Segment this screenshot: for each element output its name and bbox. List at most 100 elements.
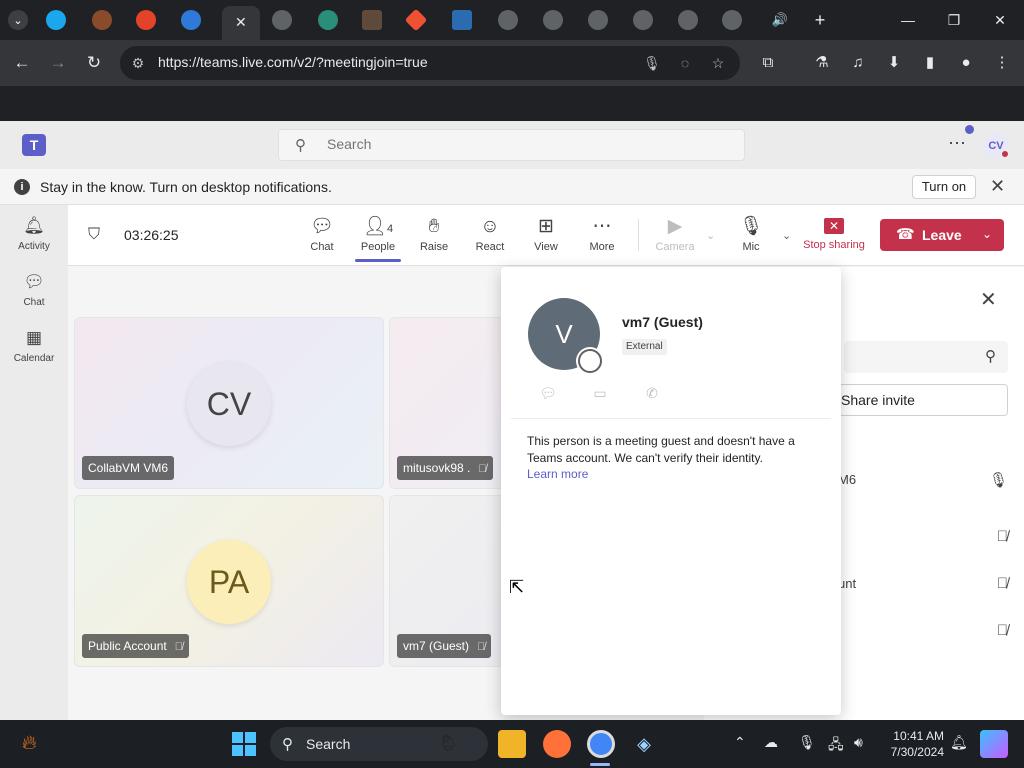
video-call-icon[interactable]: ▭: [590, 383, 610, 403]
participant-row[interactable]: M6 🎙︎: [834, 469, 1014, 493]
participant-tile[interactable]: mitusovk98 . 🎙̸: [389, 317, 509, 489]
notification-bell-icon[interactable]: 🔔︎: [950, 734, 968, 751]
new-tab-icon[interactable]: +: [800, 8, 840, 32]
rail-item-activity[interactable]: 🔔︎ Activity: [0, 215, 68, 265]
tab-git-icon[interactable]: [404, 8, 428, 32]
people-search-input[interactable]: ⚲: [844, 341, 1008, 373]
network-icon[interactable]: 🖧: [828, 734, 844, 758]
camera-button[interactable]: ▶︎ Camera: [647, 215, 703, 263]
box-app-icon[interactable]: ◈: [630, 730, 658, 758]
tab-profile-icon[interactable]: [92, 10, 112, 30]
windows-start-icon[interactable]: [232, 732, 256, 756]
participant-tile[interactable]: CV CollabVM VM6: [74, 317, 384, 489]
rail-label: Activity: [18, 241, 50, 252]
tab-audio-icon[interactable]: 🔊: [770, 10, 790, 30]
extensions-icon[interactable]: ⧉: [756, 51, 780, 75]
learn-more-link[interactable]: Learn more: [527, 467, 588, 481]
more-button[interactable]: ⋯ More: [574, 215, 630, 263]
tab-file-icon[interactable]: [362, 10, 382, 30]
tab-vm-icon[interactable]: [318, 10, 338, 30]
tab-globe-icon[interactable]: [633, 10, 653, 30]
people-button[interactable]: 👤︎4 People: [350, 215, 406, 263]
close-icon[interactable]: ✕: [990, 176, 1005, 197]
active-tab[interactable]: ✕: [222, 6, 260, 40]
more-options-icon[interactable]: ⋯: [948, 133, 966, 154]
chat-icon[interactable]: 💬︎: [538, 383, 558, 403]
raise-hand-button[interactable]: ✋︎ Raise: [406, 215, 462, 263]
tab-globe-icon[interactable]: [722, 10, 742, 30]
people-selected-indicator: [355, 259, 401, 262]
mic-muted-icon: 🎙̸: [996, 575, 1008, 592]
window-close-icon[interactable]: ✕: [980, 8, 1020, 32]
participant-tile[interactable]: vm7 (Guest) 🎙̸: [389, 495, 509, 667]
tab-globe-icon[interactable]: [543, 10, 563, 30]
microphone-icon[interactable]: 🎙: [642, 53, 662, 73]
search-box[interactable]: ⚲: [278, 129, 745, 161]
chat-label: Chat: [310, 241, 334, 253]
react-button[interactable]: ☺ React: [462, 215, 518, 263]
close-panel-icon[interactable]: ✕: [980, 287, 997, 312]
shield-icon[interactable]: ⛉: [88, 226, 100, 244]
chevron-up-icon[interactable]: ⌃: [734, 734, 746, 751]
camera-options-chevron-icon[interactable]: ⌄: [706, 229, 715, 242]
teams-logo-icon[interactable]: T: [22, 134, 46, 156]
file-explorer-icon[interactable]: [498, 730, 526, 758]
media-icon[interactable]: ♫: [846, 51, 870, 75]
bookmark-star-icon[interactable]: ☆: [708, 53, 728, 73]
stop-sharing-button[interactable]: ✕ Stop sharing: [800, 215, 868, 263]
mic-button[interactable]: 🎙︎ Mic: [723, 215, 779, 263]
search-input[interactable]: [327, 136, 707, 152]
mic-options-chevron-icon[interactable]: ⌄: [782, 229, 791, 242]
tab-globe-icon[interactable]: [588, 10, 608, 30]
menu-icon[interactable]: ⋮: [990, 51, 1014, 75]
firefox-icon[interactable]: [543, 730, 571, 758]
calendar-icon: ▦: [25, 328, 43, 347]
forward-icon[interactable]: →: [46, 51, 70, 75]
download-icon[interactable]: ⬇: [882, 51, 906, 75]
microphone-icon[interactable]: 🎙︎: [798, 734, 816, 751]
reload-icon[interactable]: ↻: [82, 51, 106, 75]
leave-options-chevron-icon[interactable]: ⌄: [982, 227, 992, 241]
copilot-icon[interactable]: [980, 730, 1008, 758]
tab-pinwheel-icon[interactable]: [181, 10, 201, 30]
restore-icon[interactable]: ❐: [934, 8, 974, 32]
tab-globe-icon[interactable]: [678, 10, 698, 30]
chat-icon: 💬︎: [309, 216, 335, 237]
site-info-icon[interactable]: ⚙: [128, 53, 148, 73]
close-tab-icon[interactable]: ✕: [235, 14, 247, 31]
tab-gitlab-icon[interactable]: [136, 10, 156, 30]
taskbar-search[interactable]: ⚲ Search 🌦︎: [270, 727, 488, 761]
lab-icon[interactable]: ⚗: [810, 51, 834, 75]
eye-off-icon[interactable]: ◌: [675, 53, 695, 73]
view-button[interactable]: ⊞ View: [518, 215, 574, 263]
clock-time: 10:41 AM: [893, 729, 944, 743]
leave-button[interactable]: ☎ Leave ⌄: [880, 219, 1004, 251]
tab-search-icon[interactable]: ⌄: [8, 10, 28, 30]
participant-row[interactable]: . 🎙̸: [834, 526, 1014, 550]
profile-icon[interactable]: ●: [954, 51, 978, 75]
chrome-icon[interactable]: [587, 730, 615, 758]
flame-app-icon[interactable]: 🔥︎: [22, 732, 37, 755]
back-icon[interactable]: ←: [10, 51, 34, 75]
minimize-icon[interactable]: —: [888, 8, 928, 32]
system-clock[interactable]: 10:41 AM 7/30/2024: [880, 728, 944, 760]
rail-item-calendar[interactable]: ▦ Calendar: [0, 327, 68, 377]
participant-row[interactable]: : 🎙̸: [834, 620, 1014, 644]
tab-image-icon[interactable]: [452, 10, 472, 30]
participant-name-tag: vm7 (Guest) 🎙̸: [397, 634, 492, 658]
cloud-off-icon[interactable]: ☁: [764, 734, 778, 751]
phone-icon[interactable]: ✆: [642, 383, 662, 403]
participant-tile[interactable]: PA Public Account 🎙̸: [74, 495, 384, 667]
volume-icon[interactable]: 🔊︎: [854, 734, 863, 751]
side-panel-icon[interactable]: ▮: [918, 51, 942, 75]
share-invite-button[interactable]: Share invite: [838, 384, 1008, 416]
address-bar[interactable]: ⚙ https://teams.live.com/v2/?meetingjoin…: [120, 46, 740, 80]
turn-on-button[interactable]: Turn on: [912, 175, 976, 199]
participant-row[interactable]: unt 🎙̸: [834, 573, 1014, 597]
chat-button[interactable]: 💬︎ Chat: [294, 215, 350, 263]
rail-item-chat[interactable]: 💬︎ Chat: [0, 271, 68, 321]
tab-globe-icon[interactable]: [272, 10, 292, 30]
url-text[interactable]: https://teams.live.com/v2/?meetingjoin=t…: [158, 54, 428, 70]
tab-teams-icon[interactable]: [46, 10, 66, 30]
tab-globe-icon[interactable]: [498, 10, 518, 30]
